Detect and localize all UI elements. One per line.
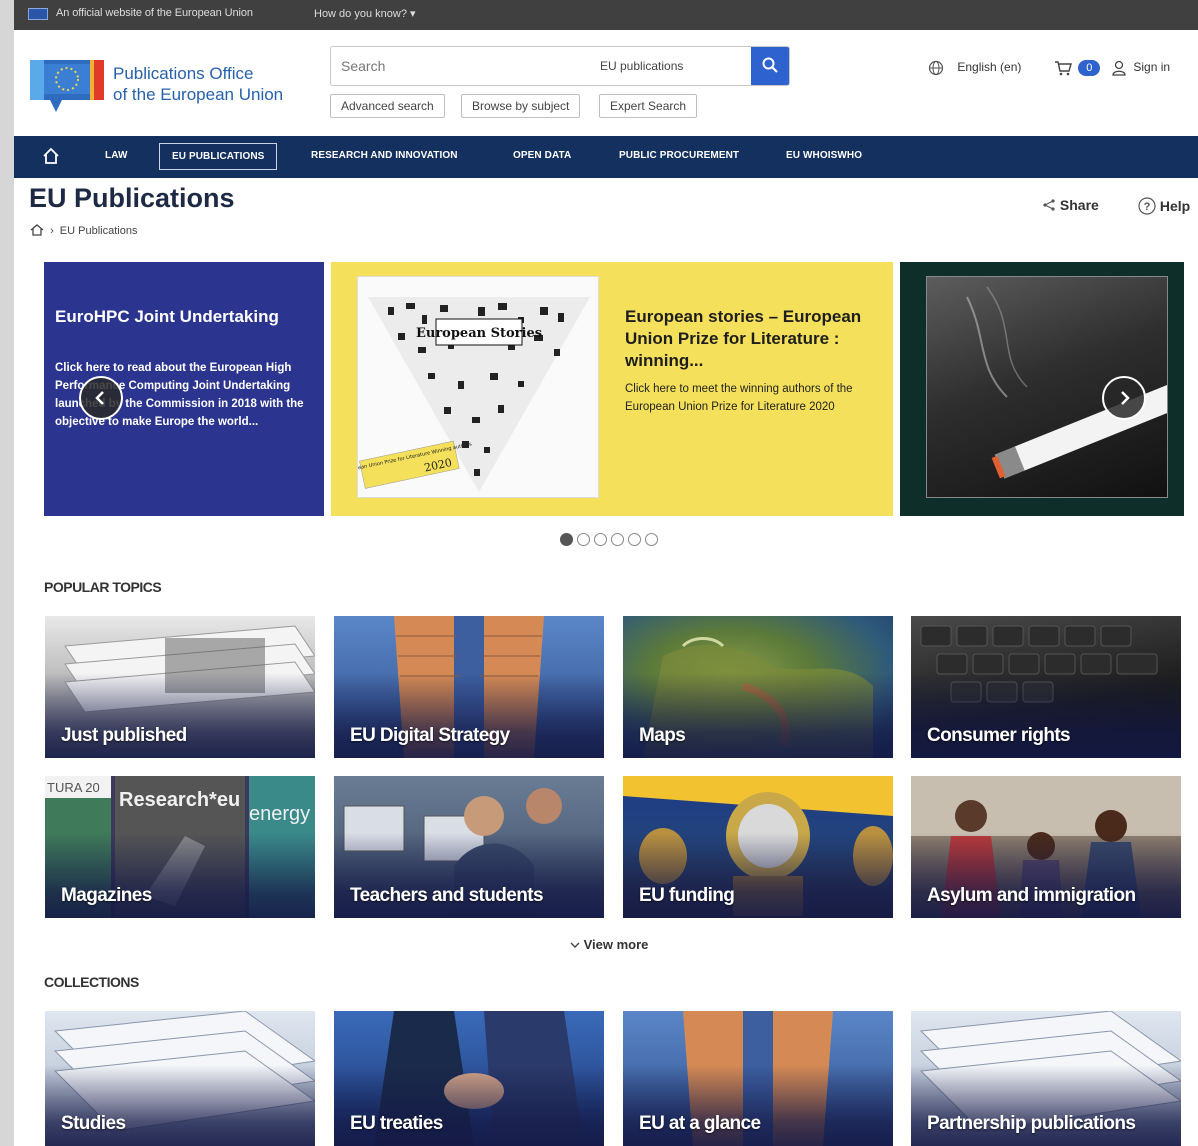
topic-label: Maps — [639, 725, 686, 746]
carousel-dot[interactable] — [628, 533, 641, 546]
nav-item-open-data[interactable]: OPEN DATA — [513, 150, 571, 161]
share-icon — [1043, 199, 1055, 211]
cart-count-badge: 0 — [1078, 60, 1101, 76]
chevron-left-icon — [95, 391, 104, 405]
page-title: EU Publications — [29, 183, 235, 213]
magazine-cover-2-title: Research*eu — [119, 789, 240, 811]
cover-title: European Stories — [416, 326, 542, 341]
chevron-right-icon — [1121, 391, 1130, 405]
how-do-you-know-link[interactable]: How do you know? ▾ — [314, 7, 416, 20]
carousel-prev-button[interactable] — [79, 376, 123, 420]
topic-label: EU Digital Strategy — [350, 725, 510, 746]
search-button[interactable] — [751, 47, 789, 85]
carousel-next-button[interactable] — [1102, 376, 1146, 420]
carousel-dot[interactable] — [611, 533, 624, 546]
sign-in-label: Sign in — [1133, 60, 1171, 75]
collection-label: EU at a glance — [639, 1113, 761, 1134]
search-input[interactable]: Search EU publications — [330, 46, 790, 86]
topic-tile-magazines[interactable]: TURA 20 Research*eu energy Magazines — [45, 776, 315, 918]
publications-office-name[interactable]: Publications Office of the European Unio… — [113, 63, 283, 105]
nav-item-research-innovation[interactable]: RESEARCH AND INNOVATION — [311, 150, 458, 161]
slide-title: EuroHPC Joint Undertaking — [55, 307, 279, 326]
collection-tile-studies[interactable]: Studies — [45, 1011, 315, 1146]
view-more-button[interactable]: View more — [570, 937, 648, 952]
user-icon — [1112, 60, 1126, 76]
topic-label: EU funding — [639, 885, 735, 906]
topic-tile-asylum-immigration[interactable]: Asylum and immigration — [911, 776, 1181, 918]
advanced-search-button[interactable]: Advanced search — [330, 94, 445, 118]
eu-flag-icon — [28, 8, 48, 20]
topic-label: Asylum and immigration — [927, 885, 1136, 906]
language-selector[interactable]: English (en) — [928, 60, 1021, 76]
collection-tile-partnership-publications[interactable]: Partnership publications — [911, 1011, 1181, 1146]
search-scope-select[interactable]: EU publications — [600, 59, 683, 73]
sign-in-link[interactable]: Sign in — [1112, 60, 1170, 76]
official-website-text: An official website of the European Unio… — [56, 7, 253, 19]
home-icon[interactable] — [30, 224, 44, 236]
carousel-dot[interactable] — [645, 533, 658, 546]
main-nav: LAW EU PUBLICATIONS RESEARCH AND INNOVAT… — [14, 136, 1198, 178]
topic-label: Consumer rights — [927, 725, 1071, 746]
topic-tile-teachers-students[interactable]: Teachers and students — [334, 776, 604, 918]
carousel-dot[interactable] — [560, 533, 573, 546]
breadcrumb-current: EU Publications — [59, 225, 138, 237]
collections-heading: COLLECTIONS — [44, 974, 139, 990]
topic-tile-eu-digital-strategy[interactable]: EU Digital Strategy — [334, 616, 604, 758]
collection-tile-eu-treaties[interactable]: EU treaties — [334, 1011, 604, 1146]
expert-search-button[interactable]: Expert Search — [599, 94, 698, 118]
nav-item-eu-publications[interactable]: EU PUBLICATIONS — [159, 143, 278, 170]
slide-title: European stories – European Union Prize … — [625, 307, 862, 370]
topic-label: Teachers and students — [350, 885, 544, 906]
popular-topics-heading: POPULAR TOPICS — [44, 579, 162, 595]
publications-office-logo[interactable] — [30, 60, 104, 116]
slide-description: Click here to meet the winning authors o… — [625, 383, 853, 413]
site-header: Publications Office of the European Unio… — [14, 30, 1198, 136]
book-cover-image: European Stories European Union Prize fo… — [357, 276, 599, 498]
carousel-dot[interactable] — [594, 533, 607, 546]
help-button[interactable]: ? Help — [1138, 197, 1190, 215]
magazine-cover-1-title: TURA 20 — [47, 780, 100, 795]
browse-by-subject-button[interactable]: Browse by subject — [461, 94, 581, 118]
collection-label: EU treaties — [350, 1113, 443, 1134]
collection-label: Partnership publications — [927, 1113, 1136, 1134]
chevron-down-icon — [570, 942, 580, 948]
help-icon: ? — [1138, 197, 1156, 215]
share-button[interactable]: Share — [1042, 197, 1099, 213]
logo-line-1: Publications Office — [113, 64, 254, 83]
breadcrumb: › EU Publications — [30, 224, 137, 237]
globe-icon — [928, 60, 944, 76]
collection-tile-eu-at-a-glance[interactable]: EU at a glance — [623, 1011, 893, 1146]
cart-icon — [1055, 61, 1072, 76]
search-icon — [762, 57, 778, 73]
collection-label: Studies — [61, 1113, 126, 1134]
cart-button[interactable]: 0 — [1054, 60, 1101, 76]
view-more-label: View more — [583, 937, 649, 952]
topic-tile-consumer-rights[interactable]: Consumer rights — [911, 616, 1181, 758]
breadcrumb-separator: › — [50, 225, 54, 237]
nav-item-eu-whoiswho[interactable]: EU WHOISWHO — [786, 150, 862, 161]
carousel-slide-2[interactable]: European Stories European Union Prize fo… — [331, 262, 893, 516]
topic-tile-eu-funding[interactable]: EU funding — [623, 776, 893, 918]
topic-tile-just-published[interactable]: Just published — [45, 616, 315, 758]
logo-line-2: of the European Union — [113, 85, 284, 104]
page: An official website of the European Unio… — [14, 0, 1198, 1146]
magazine-cover-3-title: energy — [249, 803, 310, 825]
topic-label: Magazines — [61, 885, 152, 906]
carousel-dot[interactable] — [577, 533, 590, 546]
share-label: Share — [1059, 197, 1099, 213]
nav-item-law[interactable]: LAW — [105, 150, 128, 161]
official-eu-bar: An official website of the European Unio… — [14, 0, 1198, 30]
topic-tile-maps[interactable]: Maps — [623, 616, 893, 758]
search-placeholder: Search — [341, 58, 386, 74]
home-icon[interactable] — [42, 147, 60, 165]
svg-text:?: ? — [1144, 201, 1151, 213]
nav-item-public-procurement[interactable]: PUBLIC PROCUREMENT — [619, 150, 739, 161]
topic-label: Just published — [61, 725, 187, 746]
help-label: Help — [1159, 198, 1191, 214]
carousel-indicators — [560, 533, 662, 551]
language-label: English (en) — [957, 60, 1022, 75]
